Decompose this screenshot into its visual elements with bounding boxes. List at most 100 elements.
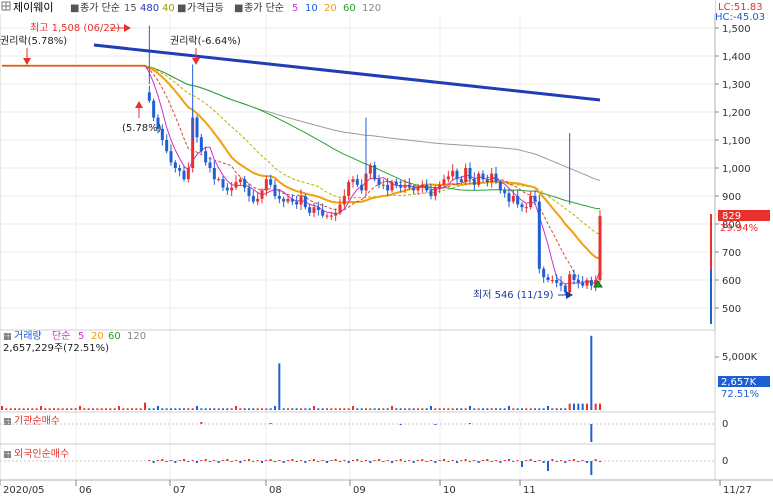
- candle-body: [550, 280, 554, 281]
- volume-bar: [347, 408, 350, 410]
- foreign-bar: [217, 461, 220, 463]
- candle-body: [273, 184, 277, 196]
- volume-bar: [399, 408, 402, 410]
- foreign-bar: [430, 460, 432, 461]
- volume-bar: [161, 408, 164, 410]
- foreign-bar: [209, 461, 211, 462]
- foreign-bar: [356, 459, 359, 461]
- volume-bar: [239, 408, 242, 410]
- volume-bar: [495, 408, 497, 410]
- volume-bar: [326, 408, 328, 410]
- current-price-text: 829: [722, 211, 741, 222]
- candle-body: [403, 184, 407, 188]
- candle-body: [212, 168, 216, 180]
- foreign-bar: [239, 461, 242, 463]
- foreign-bar: [417, 460, 419, 461]
- candle-body: [368, 165, 372, 174]
- candle-body: [433, 187, 437, 196]
- date-tick-label: 09: [353, 485, 366, 496]
- foreign-bar: [222, 460, 224, 461]
- candle-body: [390, 182, 394, 191]
- volume-bar: [542, 408, 545, 410]
- volume-bar: [22, 408, 25, 410]
- volume-bar: [321, 408, 324, 410]
- volume-bar: [360, 408, 363, 410]
- volume-bar: [9, 408, 12, 410]
- volume-bar: [18, 408, 21, 410]
- price-tick-label: 1,000: [722, 164, 751, 175]
- volume-bar: [5, 408, 8, 410]
- candle-body: [199, 137, 203, 152]
- foreign-bar: [534, 461, 536, 462]
- volume-bar: [508, 405, 510, 410]
- volume-bar: [252, 408, 255, 410]
- candle-body: [585, 280, 589, 286]
- foreign-bar: [369, 461, 372, 463]
- volume-ma-60: 60: [108, 331, 121, 342]
- ma-5-line: [2, 65, 601, 285]
- foreign-bar: [261, 461, 263, 463]
- volume-ma-20: 20: [91, 331, 104, 342]
- foreign-bar: [226, 459, 229, 461]
- volume-bar: [217, 408, 220, 410]
- volume-bar: [421, 408, 424, 410]
- candle-body: [399, 184, 403, 188]
- foreign-bar: [460, 460, 463, 461]
- volume-bar: [152, 408, 155, 410]
- candle-body: [269, 179, 273, 185]
- ma2-20: 20: [324, 3, 337, 14]
- candle-body: [542, 268, 546, 278]
- volume-bar: [521, 408, 523, 410]
- foreign-bar: [551, 459, 554, 461]
- foreign-bar: [521, 461, 523, 467]
- volume-bar: [369, 408, 372, 410]
- foreign-zero: 0: [722, 456, 728, 467]
- foreign-bar: [256, 460, 259, 461]
- hc-label: HC:-45.03: [715, 12, 765, 23]
- candle-body: [312, 207, 316, 213]
- volume-bar: [105, 408, 107, 410]
- foreign-bar: [391, 461, 393, 463]
- volume-bar: [343, 408, 346, 410]
- foreign-bar: [191, 460, 194, 461]
- volume-bar: [135, 408, 138, 410]
- foreign-bar: [386, 460, 389, 461]
- foreign-panel-frame: [0, 443, 716, 481]
- volume-bar: [395, 408, 398, 410]
- candle-body: [238, 179, 242, 182]
- volume-bar: [525, 408, 528, 410]
- candle-body: [178, 168, 182, 171]
- stock-chart: 제이웨이 ■ 종가 단순 15 480 40 ■ 가격급등 ■ 종가 단순 5 …: [0, 0, 773, 496]
- foreign-bar: [560, 460, 562, 461]
- candle-body: [407, 184, 411, 188]
- volume-bar: [70, 408, 73, 410]
- price-tick-label: 700: [722, 248, 741, 259]
- candle-body: [520, 204, 524, 208]
- candle-body: [290, 198, 294, 202]
- volume-bar: [477, 408, 480, 410]
- foreign-title: 외국인순매수: [14, 448, 69, 460]
- candle-body: [381, 184, 385, 186]
- volume-bar: [222, 408, 224, 410]
- ma2-60: 60: [343, 3, 356, 14]
- candle-body: [455, 170, 459, 180]
- volume-bar: [44, 408, 47, 410]
- foreign-bar: [590, 461, 593, 475]
- volume-bar: [560, 408, 562, 410]
- volume-bar: [274, 405, 276, 410]
- foreign-bar: [347, 461, 350, 463]
- date-tick-label: 08: [269, 485, 282, 496]
- foreign-bar: [477, 461, 480, 463]
- volume-bar: [131, 408, 133, 410]
- foreign-bar: [434, 461, 437, 463]
- volume-bar: [226, 408, 229, 410]
- price-tick-label: 1,300: [722, 80, 751, 91]
- date-tick-label: 11: [523, 485, 536, 496]
- candle-body: [165, 140, 169, 152]
- volume-bar: [191, 408, 194, 410]
- foreign-bar: [360, 461, 363, 462]
- foreign-bar: [473, 460, 476, 461]
- symbol-name[interactable]: 제이웨이: [13, 1, 53, 14]
- volume-badge-pct: 72.51%: [721, 389, 759, 400]
- foreign-bar: [334, 459, 337, 461]
